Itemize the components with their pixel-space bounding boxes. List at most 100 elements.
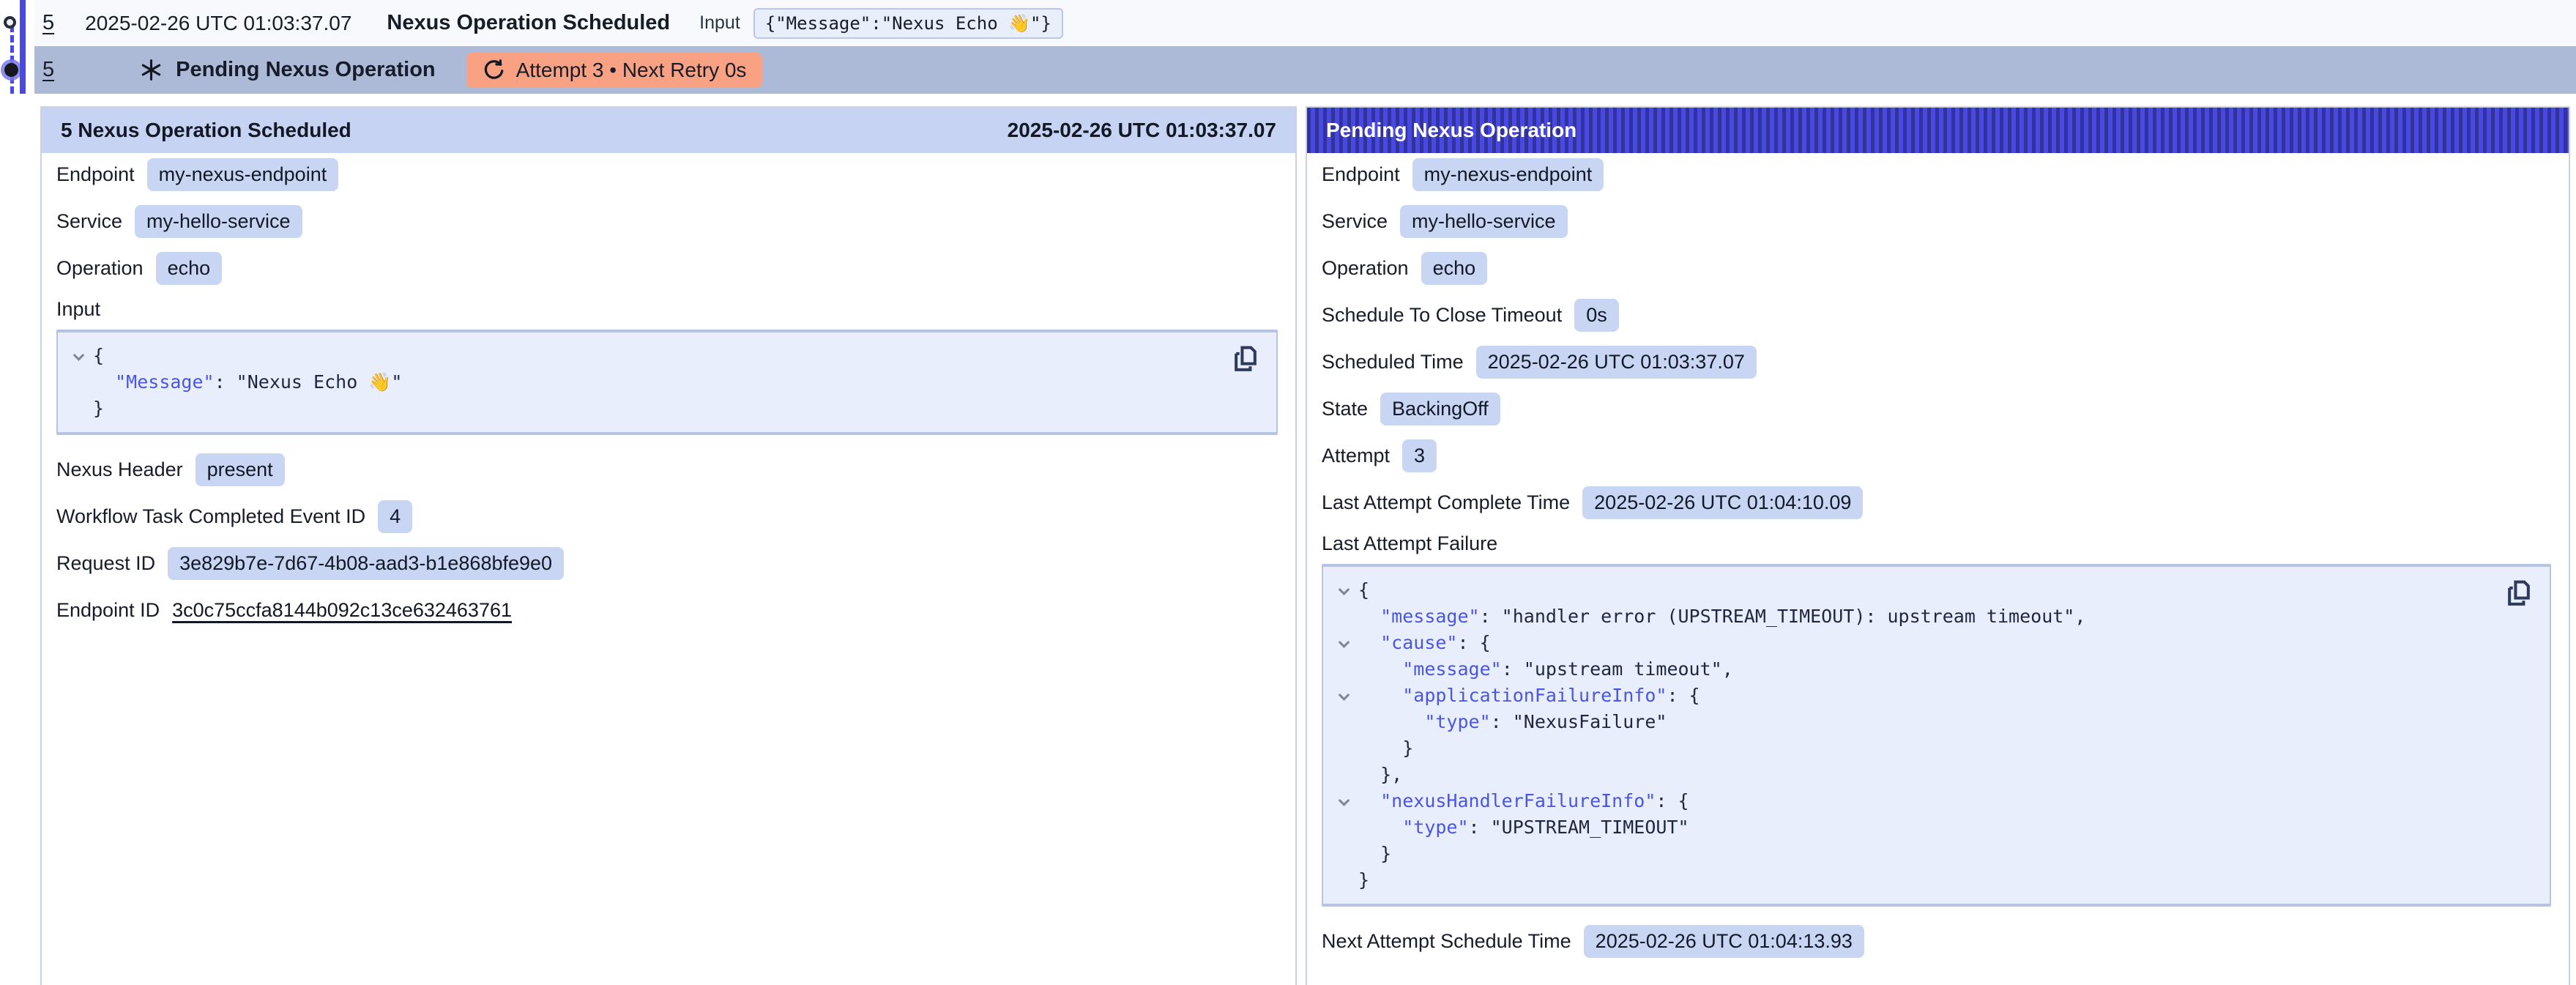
input-section-label: Input xyxy=(56,298,1278,321)
code-line: "type": "UPSTREAM_TIMEOUT" xyxy=(1329,814,2494,841)
field-label: Last Attempt Complete Time xyxy=(1322,491,1570,514)
asterisk-icon xyxy=(140,59,163,81)
event-title: Nexus Operation Scheduled xyxy=(387,11,670,35)
event-history-rows: 5 2025-02-26 UTC 01:03:37.07 Nexus Opera… xyxy=(0,0,2576,94)
field-row: Servicemy-hello-service xyxy=(56,204,1278,238)
panel-title: 5 Nexus Operation Scheduled xyxy=(61,119,351,142)
field-value-badge: 0s xyxy=(1574,299,1619,332)
event-row-pending-nexus-operation-selected[interactable]: 5 Pending Nexus Operation Attempt 3 • Ne… xyxy=(34,46,2576,94)
panel-title: Pending Nexus Operation xyxy=(1326,119,1577,142)
field-row: Service my-hello-service xyxy=(1322,204,2551,238)
code-line: "type": "NexusFailure" xyxy=(1329,709,2494,735)
code-text: "cause": { xyxy=(1358,630,1491,656)
chevron-down-icon[interactable] xyxy=(1329,683,1358,709)
field-row: Next Attempt Schedule Time2025-02-26 UTC… xyxy=(1322,924,2551,958)
fields-top: Endpointmy-nexus-endpoint Service my-hello… xyxy=(1322,157,2551,519)
field-row: Scheduled Time 2025-02-26 UTC 01:03:37.07 xyxy=(1322,345,2551,379)
field-value-badge: my-nexus-endpoint xyxy=(1412,158,1604,191)
field-row: Attempt3 xyxy=(1322,439,2551,472)
failure-code-block: { "message": "handler error (UPSTREAM_TI… xyxy=(1322,564,2551,907)
field-row: Endpointmy-nexus-endpoint xyxy=(56,157,1278,191)
input-code-block: { "Message": "Nexus Echo 👋"} xyxy=(56,330,1278,435)
code-text: } xyxy=(93,395,104,422)
timeline-active-bar xyxy=(20,0,26,94)
code-line: } xyxy=(1329,841,2494,867)
field-row: StateBackingOff xyxy=(1322,392,2551,425)
field-label: Request ID xyxy=(56,552,155,575)
field-value-badge: echo xyxy=(156,252,223,285)
field-label: Next Attempt Schedule Time xyxy=(1322,930,1571,953)
input-label: Input xyxy=(699,12,740,34)
code-text: "type": "NexusFailure" xyxy=(1358,709,1667,735)
field-row: Workflow Task Completed Event ID 4 xyxy=(56,499,1278,533)
field-row: Endpoint ID 3c0c75ccfa8144b092c13ce632463… xyxy=(56,593,1278,627)
code-line: "applicationFailureInfo": { xyxy=(1329,683,2494,709)
field-label: Endpoint ID xyxy=(56,599,160,622)
retry-badge: Attempt 3 • Next Retry 0s xyxy=(466,53,763,88)
field-value-badge: present xyxy=(196,453,285,486)
field-row: Operationecho xyxy=(1322,251,2551,285)
code-line: } xyxy=(64,395,1221,422)
code-line: "Message": "Nexus Echo 👋" xyxy=(64,369,1221,395)
field-label: Nexus Header xyxy=(56,458,183,481)
field-label: Service xyxy=(1322,210,1388,233)
field-value-badge: 2025-02-26 UTC 01:03:37.07 xyxy=(1476,346,1757,379)
field-row: Nexus Header present xyxy=(56,453,1278,486)
gutter-spacer xyxy=(1329,841,1358,867)
code-line: "nexusHandlerFailureInfo": { xyxy=(1329,788,2494,814)
code-text: "message": "upstream timeout", xyxy=(1358,656,1733,683)
field-label: Scheduled Time xyxy=(1322,351,1464,373)
code-text: } xyxy=(1358,735,1413,762)
event-id-link[interactable]: 5 xyxy=(42,58,54,82)
fields-top: Endpointmy-nexus-endpoint Servicemy-hello… xyxy=(56,157,1278,285)
field-label: Workflow Task Completed Event ID xyxy=(56,505,365,528)
code-line: { xyxy=(64,343,1221,369)
chevron-down-icon[interactable] xyxy=(1329,788,1358,814)
event-id-link[interactable]: 5 xyxy=(42,11,54,35)
event-title: Pending Nexus Operation xyxy=(176,58,436,82)
code-text: "nexusHandlerFailureInfo": { xyxy=(1358,788,1689,814)
field-value-badge: my-hello-service xyxy=(1400,205,1568,238)
event-timestamp: 2025-02-26 UTC 01:03:37.07 xyxy=(85,12,351,35)
code-text: } xyxy=(1358,841,1391,867)
input-preview-chip[interactable]: {"Message":"Nexus Echo 👋"} xyxy=(753,8,1063,39)
panel-header-pending: Pending Nexus Operation xyxy=(1307,108,2569,153)
event-detail-panel-scheduled: 5 Nexus Operation Scheduled 2025-02-26 U… xyxy=(40,106,1297,985)
filled-dot-icon xyxy=(4,63,18,77)
code-line: "message": "handler error (UPSTREAM_TIME… xyxy=(1329,603,2494,630)
code-text: { xyxy=(1358,577,1369,603)
field-row: Schedule To Close Timeout0s xyxy=(1322,298,2551,332)
code-text: "message": "handler error (UPSTREAM_TIME… xyxy=(1358,603,2085,630)
code-text: "applicationFailureInfo": { xyxy=(1358,683,1700,709)
field-value-link[interactable]: 3c0c75ccfa8144b092c13ce632463761 xyxy=(172,599,512,622)
chevron-down-icon[interactable] xyxy=(64,343,93,369)
gutter-spacer xyxy=(1329,867,1358,893)
chevron-down-icon[interactable] xyxy=(1329,577,1358,603)
retry-badge-label: Attempt 3 • Next Retry 0s xyxy=(516,59,747,82)
field-row: Last Attempt Complete Time 2025-02-26 UTC… xyxy=(1322,486,2551,519)
panel-body: Endpointmy-nexus-endpoint Service my-hello… xyxy=(1307,153,2569,958)
code-text: } xyxy=(1358,867,1369,893)
code-line: "cause": { xyxy=(1329,630,2494,656)
code-line: } xyxy=(1329,867,2494,893)
code-text: "type": "UPSTREAM_TIMEOUT" xyxy=(1358,814,1689,841)
gutter-spacer xyxy=(1329,603,1358,630)
field-value-badge: 3e829b7e-7d67-4b08-aad3-b1e868bfe9e0 xyxy=(168,547,564,580)
code-text: }, xyxy=(1358,762,1402,788)
field-label: Endpoint xyxy=(56,163,135,186)
failure-section-label: Last Attempt Failure xyxy=(1322,532,2551,555)
code-line: } xyxy=(1329,735,2494,762)
field-label: Operation xyxy=(56,257,144,280)
field-row: Endpointmy-nexus-endpoint xyxy=(1322,157,2551,191)
copy-icon[interactable] xyxy=(1229,343,1262,378)
pending-operation-panel: Pending Nexus Operation Endpointmy-nexus… xyxy=(1306,106,2570,985)
gutter-spacer xyxy=(64,369,93,395)
chevron-down-icon[interactable] xyxy=(1329,630,1358,656)
copy-icon[interactable] xyxy=(2503,577,2535,612)
event-row-nexus-operation-scheduled[interactable]: 5 2025-02-26 UTC 01:03:37.07 Nexus Opera… xyxy=(34,0,2576,46)
field-value-badge: 4 xyxy=(378,500,412,533)
field-value-badge: 2025-02-26 UTC 01:04:10.09 xyxy=(1582,486,1863,519)
code-line: { xyxy=(1329,577,2494,603)
field-label: Operation xyxy=(1322,257,1409,280)
code-line: }, xyxy=(1329,762,2494,788)
